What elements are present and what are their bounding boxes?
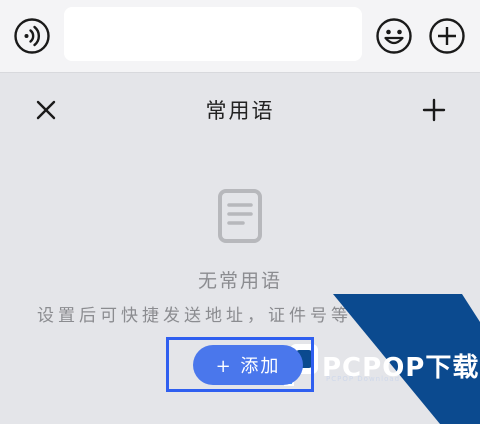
plus-circle-icon [429,18,465,54]
panel-title: 常用语 [205,99,275,123]
message-input[interactable] [64,7,362,61]
empty-state-description: 设置后可快捷发送地址，证件号等 [37,306,352,326]
watermark-sub: PCPOP Download [326,375,401,383]
emoji-icon [376,18,412,54]
empty-state-title: 无常用语 [197,270,282,292]
voice-icon [14,18,50,54]
voice-button[interactable] [13,17,51,55]
add-phrase-header-button[interactable] [421,97,447,123]
document-icon [218,189,262,243]
more-button[interactable] [428,17,466,55]
emoji-button[interactable] [375,17,413,55]
plus-icon [422,98,446,122]
chat-input-bar [0,0,480,73]
add-phrase-button[interactable]: + 添加 [193,345,303,385]
